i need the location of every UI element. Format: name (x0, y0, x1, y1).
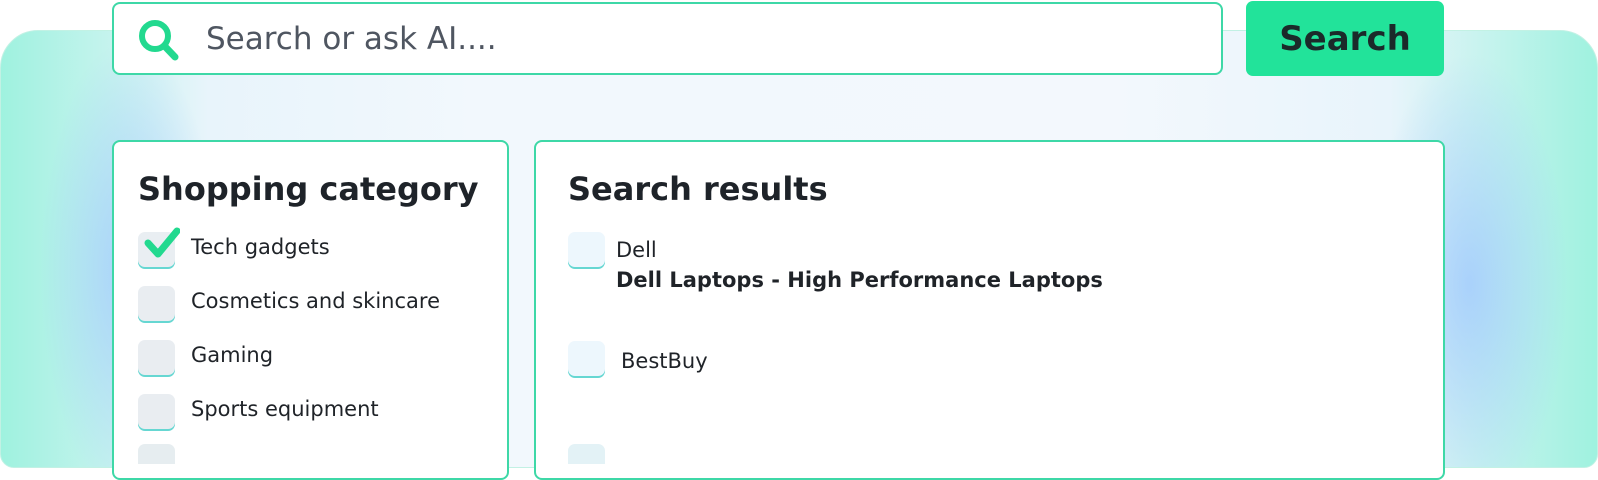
search-results-title: Search results (568, 170, 828, 208)
category-checkbox[interactable] (138, 394, 175, 431)
category-item-gaming[interactable]: Gaming (138, 340, 498, 380)
category-checkbox[interactable] (138, 227, 180, 269)
category-label: Sports equipment (191, 397, 379, 421)
category-label: Gaming (191, 343, 274, 367)
result-checkbox[interactable] (568, 341, 605, 378)
result-item-bestbuy[interactable]: BestBuy (568, 341, 1388, 381)
result-checkbox[interactable] (568, 232, 605, 269)
shopping-category-panel: Shopping category Tech gadgets Cosmetics… (112, 140, 509, 480)
category-item-tech-gadgets[interactable]: Tech gadgets (138, 227, 498, 272)
category-checkbox[interactable] (138, 286, 175, 323)
result-source: Dell (616, 238, 657, 262)
category-label: Cosmetics and skincare (191, 289, 440, 313)
category-label: Tech gadgets (191, 235, 330, 259)
search-input[interactable] (206, 14, 1186, 64)
shopping-category-title: Shopping category (138, 170, 479, 208)
checkmark-icon (144, 227, 180, 258)
category-checkbox-partial[interactable] (138, 444, 175, 464)
result-checkbox-partial[interactable] (568, 444, 605, 464)
search-button[interactable]: Search (1246, 1, 1444, 76)
result-source: BestBuy (621, 349, 708, 373)
result-title[interactable]: Dell Laptops - High Performance Laptops (616, 268, 1103, 292)
category-checkbox[interactable] (138, 340, 175, 377)
search-bar (112, 2, 1223, 75)
search-icon (139, 20, 179, 61)
category-item-sports-equipment[interactable]: Sports equipment (138, 394, 498, 434)
result-item-dell[interactable]: Dell Dell Laptops - High Performance Lap… (568, 232, 1388, 302)
category-item-cosmetics[interactable]: Cosmetics and skincare (138, 286, 498, 326)
search-results-panel: Search results Dell Dell Laptops - High … (534, 140, 1445, 480)
